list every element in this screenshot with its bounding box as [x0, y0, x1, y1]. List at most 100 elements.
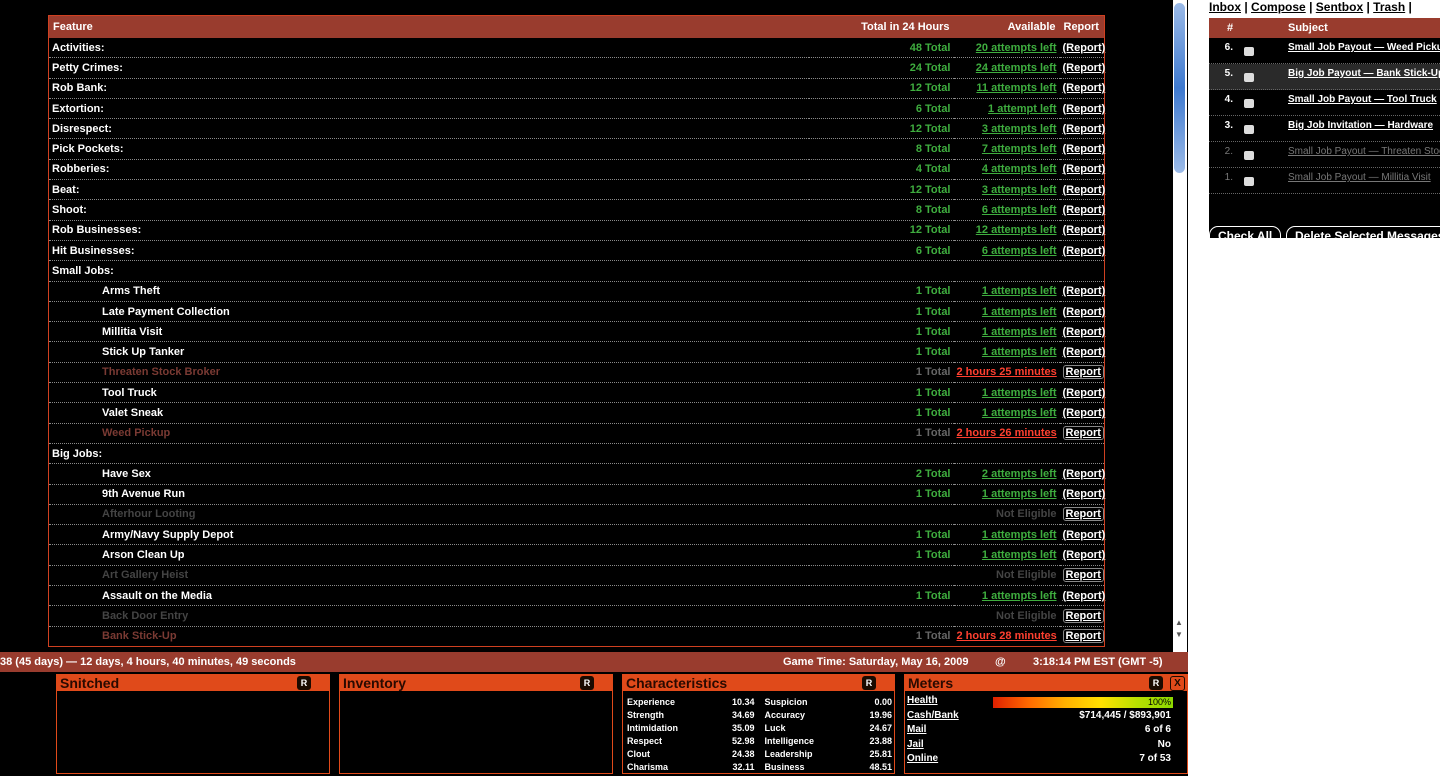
feature-report-link[interactable]: (Report): [1059, 463, 1105, 485]
mail-subject-link[interactable]: Small Job Payout — Weed Pickup: [1288, 42, 1440, 53]
feature-available[interactable]: 6 attempts left: [953, 240, 1060, 262]
feature-available[interactable]: 1 attempts left: [953, 524, 1060, 546]
feature-available[interactable]: 1 attempts left: [953, 321, 1060, 343]
feature-report-link[interactable]: (Report): [1059, 402, 1105, 424]
check-all-button[interactable]: Check All: [1209, 226, 1282, 238]
report-button[interactable]: Report: [1062, 426, 1104, 441]
feature-report-link[interactable]: (Report): [1059, 199, 1105, 221]
mail-row[interactable]: 6. Small Job Payout — Weed Pickup: [1209, 38, 1440, 64]
trash-link[interactable]: Trash: [1373, 0, 1405, 14]
feature-report-link[interactable]: (Report): [1059, 240, 1105, 262]
feature-report-link[interactable]: (Report): [1059, 524, 1105, 546]
feature-report-link[interactable]: (Report): [1059, 281, 1105, 302]
feature-report-link[interactable]: (Report): [1059, 159, 1105, 181]
feature-report-link[interactable]: (Report): [1059, 179, 1105, 201]
feature-report-link[interactable]: (Report): [1059, 118, 1105, 140]
feature-report-link[interactable]: (Report): [1059, 98, 1105, 120]
mail-checkbox[interactable]: [1244, 47, 1254, 56]
mail-checkbox[interactable]: [1244, 125, 1254, 134]
feature-report-link[interactable]: (Report): [1059, 321, 1105, 343]
report-button[interactable]: Report: [1062, 629, 1104, 644]
characteristics-refresh-icon[interactable]: R: [862, 676, 876, 690]
feature-available[interactable]: 1 attempts left: [953, 301, 1060, 323]
mail-checkbox[interactable]: [1244, 151, 1254, 160]
report-button[interactable]: Report: [1062, 507, 1104, 522]
meters-refresh-icon[interactable]: R: [1149, 676, 1163, 690]
mail-row[interactable]: 5. Big Job Payout — Bank Stick-Up: [1209, 64, 1440, 90]
feature-available[interactable]: 1 attempts left: [953, 341, 1060, 363]
mail-subject-link[interactable]: Big Job Payout — Bank Stick-Up: [1288, 68, 1440, 79]
online-link[interactable]: Online: [907, 752, 959, 767]
feature-report-link[interactable]: (Report): [1059, 484, 1105, 505]
feature-available[interactable]: 12 attempts left: [953, 220, 1060, 241]
feature-available[interactable]: 1 attempt left: [953, 98, 1060, 120]
feature-report-link[interactable]: (Report): [1059, 301, 1105, 323]
mail-subject-link[interactable]: Small Job Payout — Tool Truck: [1288, 94, 1437, 105]
feature-report-link[interactable]: (Report): [1059, 57, 1105, 79]
feature-available[interactable]: 20 attempts left: [953, 38, 1060, 59]
inventory-refresh-icon[interactable]: R: [580, 676, 594, 690]
feature-report-link[interactable]: (Report): [1059, 220, 1105, 241]
table-row: Arms Theft 1 Total 1 attempts left (Report): [48, 281, 1105, 302]
feature-report-link[interactable]: Report: [1059, 362, 1105, 384]
mail-row[interactable]: 3. Big Job Invitation — Hardware: [1209, 116, 1440, 142]
feature-report-link[interactable]: Report: [1059, 565, 1105, 587]
feature-report-link[interactable]: Report: [1059, 423, 1105, 444]
feature-available[interactable]: 4 attempts left: [953, 159, 1060, 181]
feature-available[interactable]: 6 attempts left: [953, 199, 1060, 221]
mail-row[interactable]: 4. Small Job Payout — Tool Truck: [1209, 90, 1440, 116]
feature-available[interactable]: 2 hours 25 minutes: [953, 362, 1060, 384]
health-link[interactable]: Health: [907, 694, 959, 709]
feature-report-link[interactable]: (Report): [1059, 78, 1105, 99]
inbox-link[interactable]: Inbox: [1209, 0, 1241, 14]
mail-row[interactable]: 2. Small Job Payout — Threaten Stock Brok…: [1209, 142, 1440, 168]
scroll-up-arrow-icon[interactable]: ▲: [1175, 618, 1183, 627]
feature-report-link[interactable]: (Report): [1059, 138, 1105, 160]
mail-link[interactable]: Mail: [907, 723, 959, 738]
meters-close-icon[interactable]: X: [1170, 676, 1185, 691]
compose-link[interactable]: Compose: [1251, 0, 1306, 14]
feature-available[interactable]: 3 attempts left: [953, 118, 1060, 140]
feature-available[interactable]: 24 attempts left: [953, 57, 1060, 79]
snitched-refresh-icon[interactable]: R: [297, 676, 311, 690]
feature-available[interactable]: 2 hours 28 minutes: [953, 626, 1060, 647]
mail-checkbox[interactable]: [1244, 177, 1254, 186]
feature-report-link[interactable]: Report: [1059, 605, 1105, 627]
mail-subject-link[interactable]: Big Job Invitation — Hardware: [1288, 120, 1433, 131]
feature-report-link[interactable]: (Report): [1059, 544, 1105, 566]
feature-available[interactable]: 11 attempts left: [953, 78, 1060, 99]
feature-report-link[interactable]: Report: [1059, 504, 1105, 526]
feature-available[interactable]: 3 attempts left: [953, 179, 1060, 201]
delete-selected-button[interactable]: Delete Selected Messages: [1286, 226, 1440, 238]
feature-available[interactable]: 7 attempts left: [953, 138, 1060, 160]
feature-available[interactable]: 1 attempts left: [953, 585, 1060, 607]
mail-subject-link[interactable]: Small Job Payout — Threaten Stock Broker: [1288, 146, 1440, 157]
feature-report-link[interactable]: (Report): [1059, 382, 1105, 404]
scrollbar-thumb[interactable]: [1174, 3, 1185, 173]
scroll-down-arrow-icon[interactable]: ▼: [1175, 630, 1183, 639]
feature-available[interactable]: 1 attempts left: [953, 544, 1060, 566]
report-button[interactable]: Report: [1062, 568, 1104, 583]
feature-available[interactable]: 1 attempts left: [953, 484, 1060, 505]
feature-available[interactable]: 2 attempts left: [953, 463, 1060, 485]
mail-subject-link[interactable]: Small Job Payout — Millitia Visit: [1288, 172, 1431, 183]
feature-name: Arson Clean Up: [48, 544, 809, 566]
feature-report-link[interactable]: (Report): [1059, 585, 1105, 607]
jail-link[interactable]: Jail: [907, 738, 959, 753]
feature-report-link[interactable]: (Report): [1059, 38, 1105, 59]
feature-available[interactable]: 1 attempts left: [953, 382, 1060, 404]
feature-available[interactable]: 2 hours 26 minutes: [953, 423, 1060, 444]
vertical-scrollbar[interactable]: ▲ ▼: [1173, 0, 1187, 652]
mail-checkbox[interactable]: [1244, 99, 1254, 108]
feature-available[interactable]: 1 attempts left: [953, 281, 1060, 302]
report-button[interactable]: Report: [1062, 608, 1104, 623]
feature-report-link[interactable]: Report: [1059, 626, 1105, 647]
sentbox-link[interactable]: Sentbox: [1316, 0, 1363, 14]
feature-total: 1 Total: [808, 321, 954, 343]
mail-checkbox[interactable]: [1244, 73, 1254, 82]
mail-row[interactable]: 1. Small Job Payout — Millitia Visit: [1209, 168, 1440, 194]
cash-bank-link[interactable]: Cash/Bank: [907, 709, 959, 724]
report-button[interactable]: Report: [1062, 365, 1104, 380]
feature-report-link[interactable]: (Report): [1059, 341, 1105, 363]
feature-available[interactable]: 1 attempts left: [953, 402, 1060, 424]
